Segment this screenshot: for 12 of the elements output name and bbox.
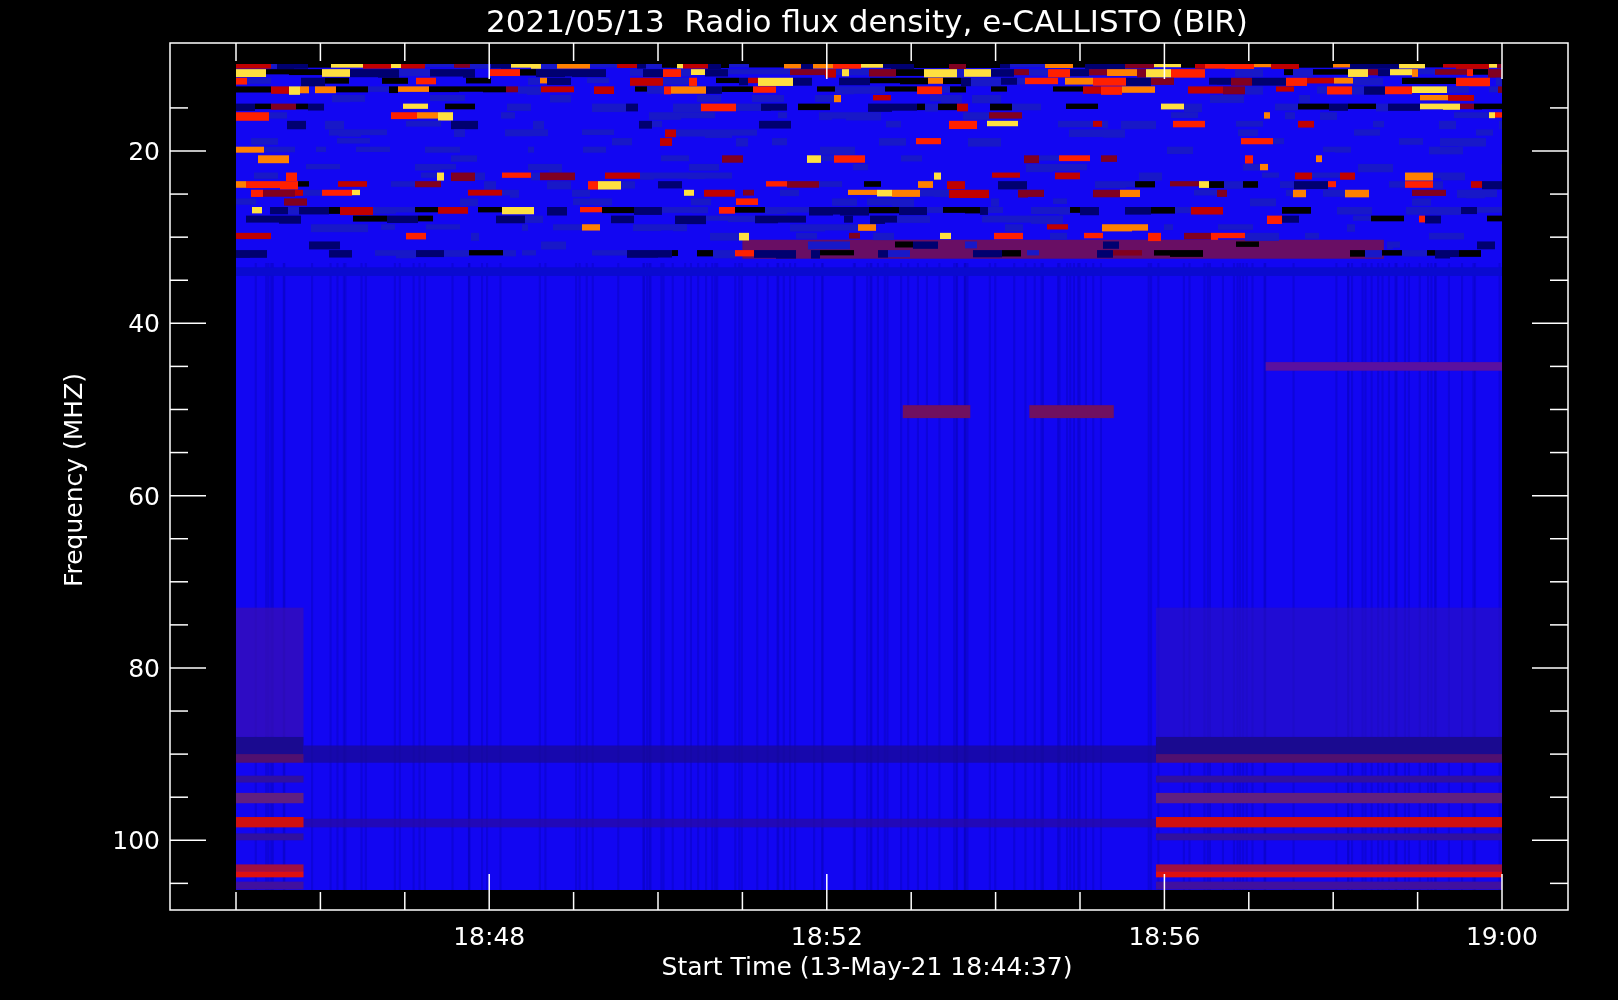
axis-tick-label: 19:00 (1466, 922, 1538, 951)
axis-tick-label: 18:56 (1128, 922, 1201, 951)
axis-tick-label: 20 (128, 137, 160, 166)
axis-tick-label: 100 (112, 826, 160, 856)
axis-title: Frequency (MHZ) (59, 372, 88, 588)
axis-tick-label: 40 (128, 309, 160, 339)
axis-tick-label: 18:52 (790, 922, 863, 951)
axis-tick-label: 18:48 (453, 922, 526, 951)
axis-tick-label: 80 (128, 653, 160, 683)
axis-tick-label: 60 (128, 481, 160, 511)
axis-title: Start Time (13-May-21 18:44:37) (661, 952, 1073, 981)
chart-title: 2021/05/13 Radio flux density, e-CALLISTO (BIR) (486, 3, 1248, 39)
